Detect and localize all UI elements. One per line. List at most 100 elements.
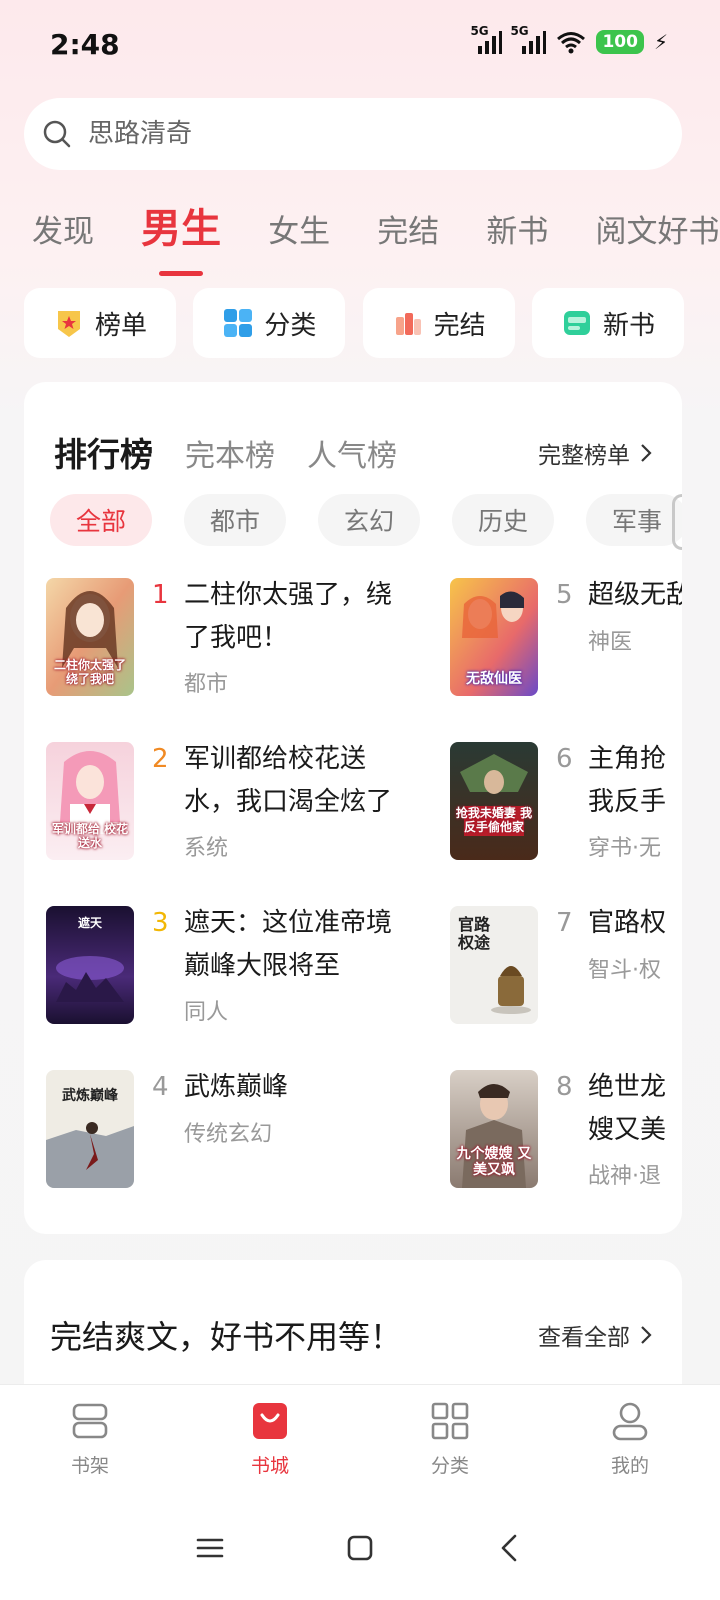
tab-yuewen-picks[interactable]: 阅文好书 bbox=[595, 206, 719, 251]
quick-entry-rankings[interactable]: 榜单 bbox=[24, 288, 176, 358]
book-item[interactable]: 官路权途 7 官路权 智斗·权 bbox=[450, 906, 682, 1030]
book-tag: 系统 bbox=[184, 836, 229, 861]
tab-new[interactable]: 新书 bbox=[486, 206, 548, 251]
signal-icon: 5G bbox=[510, 24, 547, 54]
chevron-right-icon bbox=[641, 444, 652, 462]
books-icon bbox=[395, 313, 421, 335]
book-rank: 4 bbox=[152, 1072, 169, 1102]
tab-popular-ranking[interactable]: 人气榜 bbox=[307, 431, 397, 475]
quick-entry-label: 分类 bbox=[264, 310, 317, 341]
nav-profile[interactable]: 我的 bbox=[540, 1385, 720, 1496]
book-rank: 7 bbox=[556, 908, 573, 938]
book-tag: 都市 bbox=[184, 672, 229, 697]
nav-label: 我的 bbox=[610, 1455, 649, 1477]
tab-discover[interactable]: 发现 bbox=[32, 206, 94, 251]
tab-female[interactable]: 女生 bbox=[268, 206, 330, 251]
book-title: 超级无敌 bbox=[588, 580, 682, 610]
genre-chip-military[interactable]: 军事 bbox=[586, 494, 682, 546]
quick-entry-new-books[interactable]: 新书 bbox=[531, 288, 684, 358]
cover-title: 九个嫂嫂 又美又飒 bbox=[456, 1146, 532, 1178]
book-rank: 5 bbox=[556, 580, 573, 610]
bottom-nav: 书架 书城 分类 我的 bbox=[0, 1384, 720, 1496]
book-title: 主角抢我反手 bbox=[588, 744, 667, 817]
book-cover: 遮天 bbox=[46, 906, 134, 1024]
book-item[interactable]: 武炼巅峰 4 武炼巅峰 传统玄幻 bbox=[46, 1070, 376, 1194]
full-ranking-link[interactable]: 完整榜单 bbox=[538, 436, 652, 470]
search-bar[interactable] bbox=[24, 98, 682, 170]
battery-indicator: 100 bbox=[596, 30, 644, 54]
bookstore-bag-icon bbox=[253, 1403, 287, 1439]
grid-icon bbox=[224, 309, 253, 337]
book-tag: 传统玄幻 bbox=[184, 1122, 273, 1147]
tab-male[interactable]: 男生 bbox=[141, 196, 221, 276]
book-title: 武炼巅峰 bbox=[184, 1072, 289, 1102]
book-item[interactable]: 军训都给 校花送水 2 军训都给校花送水，我口渴全炫了 系统 bbox=[46, 742, 392, 866]
tab-complete[interactable]: 完结 bbox=[377, 206, 439, 251]
book-cover: 军训都给 校花送水 bbox=[46, 742, 134, 860]
wifi-icon bbox=[557, 32, 586, 54]
view-all-link[interactable]: 查看全部 bbox=[538, 1318, 652, 1352]
cover-title: 军训都给 校花送水 bbox=[51, 822, 129, 850]
quick-entry-label: 新书 bbox=[602, 310, 655, 341]
genre-chip-fantasy[interactable]: 玄幻 bbox=[318, 494, 420, 546]
book-item[interactable]: 遮天 3 遮天：这位准帝境巅峰大限将至 同人 bbox=[46, 906, 392, 1030]
book-rank: 8 bbox=[556, 1072, 573, 1102]
quick-entry-label: 榜单 bbox=[94, 310, 147, 341]
book-tag: 神医 bbox=[588, 630, 633, 655]
signal-label: 5G bbox=[510, 24, 529, 38]
book-item[interactable]: 无敌仙医 5 超级无敌 神医 bbox=[450, 578, 682, 702]
book-cover: 武炼巅峰 bbox=[46, 1070, 134, 1188]
book-cover: 二柱你太强了 绕了我吧 bbox=[46, 578, 134, 696]
signal-label: 5G bbox=[470, 24, 489, 38]
book-cover: 无敌仙医 bbox=[450, 578, 538, 696]
book-rank: 3 bbox=[152, 908, 169, 938]
cover-title: 官路权途 bbox=[457, 915, 490, 952]
view-all-label: 查看全部 bbox=[538, 1325, 630, 1351]
search-icon bbox=[43, 120, 71, 148]
book-cover: 抢我未婚妻 我反手偷他家 bbox=[450, 742, 538, 860]
book-tag: 战神·退 bbox=[588, 1164, 661, 1189]
book-rank: 2 bbox=[152, 744, 169, 774]
book-tag: 智斗·权 bbox=[588, 958, 661, 983]
book-item[interactable]: 二柱你太强了 绕了我吧 1 二柱你太强了，绕了我吧！ 都市 bbox=[46, 578, 392, 702]
book-cover: 官路权途 bbox=[450, 906, 538, 1024]
book-cover: 九个嫂嫂 又美又飒 bbox=[450, 1070, 538, 1188]
side-edge-handle[interactable] bbox=[672, 494, 682, 550]
menu-icon[interactable] bbox=[195, 1533, 225, 1563]
genre-chip-history[interactable]: 历史 bbox=[452, 494, 554, 546]
ranking-tabs: 排行榜 完本榜 人气榜 bbox=[54, 428, 397, 476]
medal-icon bbox=[57, 311, 80, 337]
book-rank: 1 bbox=[152, 580, 169, 610]
search-input[interactable] bbox=[88, 119, 648, 149]
book-title: 绝世龙嫂又美 bbox=[588, 1072, 667, 1145]
book-tag: 同人 bbox=[184, 1000, 229, 1025]
book-title: 二柱你太强了，绕了我吧！ bbox=[184, 580, 393, 653]
full-ranking-label: 完整榜单 bbox=[538, 443, 630, 469]
new-badge-icon bbox=[563, 311, 590, 335]
nav-bookstore[interactable]: 书城 bbox=[180, 1385, 360, 1496]
home-icon[interactable] bbox=[345, 1533, 375, 1563]
book-title: 官路权 bbox=[588, 908, 667, 938]
cover-title: 无敌仙医 bbox=[466, 671, 522, 687]
tab-ranking[interactable]: 排行榜 bbox=[54, 428, 153, 476]
status-time: 2:48 bbox=[50, 28, 120, 61]
nav-label: 书城 bbox=[250, 1455, 289, 1477]
cover-title: 武炼巅峰 bbox=[62, 1088, 118, 1104]
charging-icon: ⚡ bbox=[653, 30, 668, 54]
book-rank: 6 bbox=[556, 744, 573, 774]
book-title: 军训都给校花送水，我口渴全炫了 bbox=[184, 744, 393, 817]
status-icons: 5G 5G 100 ⚡ bbox=[470, 24, 668, 54]
ranking-card: 排行榜 完本榜 人气榜 完整榜单 全部 都市 玄幻 历史 军事 二柱你太强了 绕… bbox=[24, 382, 682, 1234]
nav-categories[interactable]: 分类 bbox=[360, 1385, 540, 1496]
nav-bookshelf[interactable]: 书架 bbox=[0, 1385, 180, 1496]
genre-chip-all[interactable]: 全部 bbox=[50, 494, 152, 546]
chevron-right-icon bbox=[641, 1326, 652, 1344]
genre-chip-urban[interactable]: 都市 bbox=[184, 494, 286, 546]
book-item[interactable]: 抢我未婚妻 我反手偷他家 6 主角抢我反手 穿书·无 bbox=[450, 742, 682, 866]
tab-completed-ranking[interactable]: 完本榜 bbox=[185, 431, 275, 475]
back-icon[interactable] bbox=[495, 1533, 525, 1563]
quick-entry-complete[interactable]: 完结 bbox=[362, 288, 515, 358]
book-tag: 穿书·无 bbox=[588, 836, 661, 861]
book-item[interactable]: 九个嫂嫂 又美又飒 8 绝世龙嫂又美 战神·退 bbox=[450, 1070, 682, 1194]
quick-entry-categories[interactable]: 分类 bbox=[193, 288, 346, 358]
